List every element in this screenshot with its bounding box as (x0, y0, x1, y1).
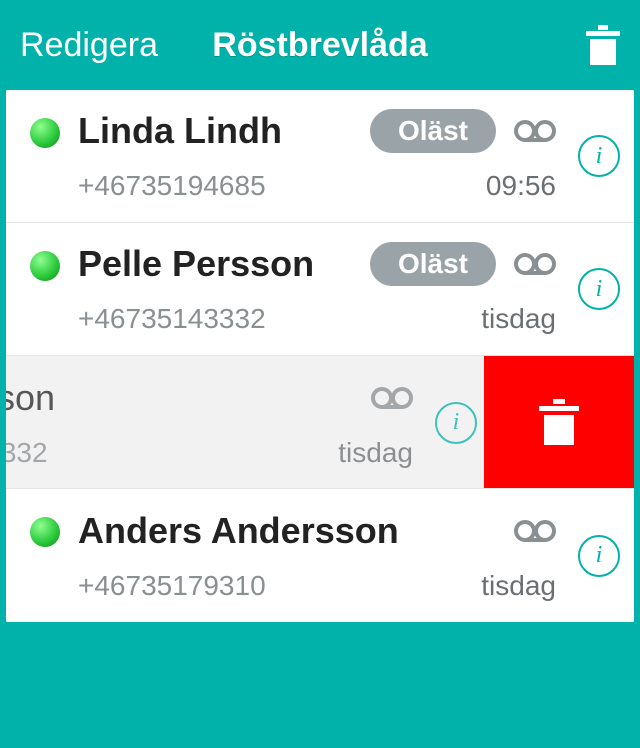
delete-row-button[interactable] (484, 356, 634, 488)
trash-icon (539, 399, 579, 445)
row-content: Linda Lindh Oläst +46735194685 09:56 (78, 101, 556, 211)
header-bar: Redigera Röstbrevlåda (0, 0, 640, 90)
delete-all-button[interactable] (586, 25, 620, 65)
info-button[interactable]: i (435, 402, 477, 444)
contact-name: Linda Lindh (78, 110, 282, 152)
info-button[interactable]: i (578, 135, 620, 177)
phone-number: +46735194685 (78, 170, 266, 202)
swiped-card[interactable]: Persson 35143332 tisdag i (6, 356, 484, 488)
info-button[interactable]: i (578, 535, 620, 577)
app-root: Redigera Röstbrevlåda Linda Lindh Oläst (0, 0, 640, 748)
voicemail-icon (371, 386, 413, 410)
phone-number: 35143332 (6, 437, 48, 469)
status-dot-icon (30, 517, 60, 547)
row-content: Pelle Persson Oläst +46735143332 tisdag (78, 234, 556, 344)
voicemail-row[interactable]: Linda Lindh Oläst +46735194685 09:56 i (6, 90, 634, 223)
timestamp: 09:56 (486, 170, 556, 202)
voicemail-icon (514, 519, 556, 543)
voicemail-icon (514, 119, 556, 143)
voicemail-list: Linda Lindh Oläst +46735194685 09:56 i P… (6, 90, 634, 622)
edit-button[interactable]: Redigera (20, 26, 158, 65)
page-title: Röstbrevlåda (212, 26, 427, 65)
contact-name: Anders Andersson (78, 510, 399, 552)
phone-number: +46735143332 (78, 303, 266, 335)
timestamp: tisdag (481, 303, 556, 335)
row-content: Anders Andersson +46735179310 tisdag (78, 501, 556, 611)
row-content: Persson 35143332 tisdag (6, 368, 413, 478)
status-dot-icon (30, 118, 60, 148)
timestamp: tisdag (481, 570, 556, 602)
contact-name: Persson (6, 377, 55, 419)
voicemail-icon (514, 252, 556, 276)
trash-icon (586, 25, 620, 65)
voicemail-row[interactable]: Anders Andersson +46735179310 tisdag i (6, 489, 634, 622)
status-dot-icon (30, 251, 60, 281)
voicemail-row-swiped[interactable]: Persson 35143332 tisdag i (6, 356, 634, 489)
contact-name: Pelle Persson (78, 243, 314, 285)
unread-badge: Oläst (370, 109, 496, 153)
timestamp: tisdag (338, 437, 413, 469)
info-button[interactable]: i (578, 268, 620, 310)
unread-badge: Oläst (370, 242, 496, 286)
voicemail-row[interactable]: Pelle Persson Oläst +46735143332 tisdag … (6, 223, 634, 356)
phone-number: +46735179310 (78, 570, 266, 602)
